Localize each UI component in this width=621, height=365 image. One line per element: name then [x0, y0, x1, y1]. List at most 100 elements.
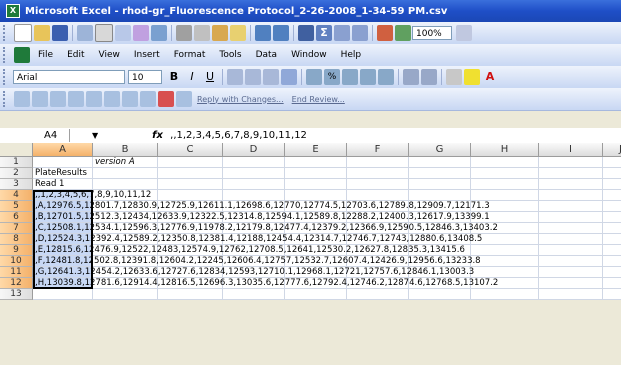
row-header-2[interactable]: 2: [0, 168, 33, 179]
italic-icon[interactable]: I: [184, 69, 200, 85]
cell-i13[interactable]: [539, 289, 603, 300]
save-icon[interactable]: [52, 25, 68, 41]
column-header-h[interactable]: H: [471, 143, 539, 157]
menu-data[interactable]: Data: [256, 50, 278, 60]
fill-color-icon[interactable]: [464, 69, 480, 85]
menu-view[interactable]: View: [99, 50, 120, 60]
cell-j9[interactable]: [603, 245, 621, 256]
cell-d1[interactable]: [223, 157, 285, 168]
cell-c3[interactable]: [158, 179, 223, 190]
cell-j13[interactable]: [603, 289, 621, 300]
currency-icon[interactable]: [306, 69, 322, 85]
sort-ascending-icon[interactable]: [334, 25, 350, 41]
research-icon[interactable]: [151, 25, 167, 41]
drawing-icon[interactable]: [395, 25, 411, 41]
cell-f2[interactable]: [347, 168, 409, 179]
bold-icon[interactable]: B: [166, 69, 182, 85]
new-icon[interactable]: [14, 24, 32, 42]
cell-i1[interactable]: [539, 157, 603, 168]
align-center-icon[interactable]: [245, 69, 261, 85]
reviewing-grip[interactable]: [3, 91, 9, 107]
cell-b2[interactable]: [93, 168, 158, 179]
cell-h10[interactable]: [471, 256, 539, 267]
help-icon[interactable]: [456, 25, 472, 41]
cell-a1[interactable]: [33, 157, 93, 168]
align-left-icon[interactable]: [227, 69, 243, 85]
cell-g1[interactable]: [409, 157, 471, 168]
cell-j11[interactable]: [603, 267, 621, 278]
fx-icon[interactable]: fx: [152, 130, 170, 141]
cell-j6[interactable]: [603, 212, 621, 223]
review-icon-10[interactable]: [176, 91, 192, 107]
zoom-select[interactable]: 100%: [412, 26, 452, 40]
cell-e3[interactable]: [285, 179, 347, 190]
cell-j7[interactable]: [603, 223, 621, 234]
column-header-j[interactable]: J: [603, 143, 621, 157]
hyperlink-icon[interactable]: [298, 25, 314, 41]
increase-decimal-icon[interactable]: [360, 69, 376, 85]
cell-f13[interactable]: [347, 289, 409, 300]
menu-edit[interactable]: Edit: [67, 50, 84, 60]
menu-window[interactable]: Window: [291, 50, 327, 60]
reply-with-changes-link[interactable]: Reply with Changes...: [197, 95, 284, 104]
undo-icon[interactable]: [255, 25, 271, 41]
cell-i3[interactable]: [539, 179, 603, 190]
cell-e2[interactable]: [285, 168, 347, 179]
end-review-link[interactable]: End Review...: [292, 95, 345, 104]
menu-help[interactable]: Help: [341, 50, 362, 60]
cell-g3[interactable]: [409, 179, 471, 190]
cell-h11[interactable]: [471, 267, 539, 278]
cell-d3[interactable]: [223, 179, 285, 190]
cell-i5[interactable]: [539, 201, 603, 212]
format-painter-icon[interactable]: [230, 25, 246, 41]
column-header-a[interactable]: A: [33, 143, 93, 157]
menu-tools[interactable]: Tools: [219, 50, 241, 60]
cell-e13[interactable]: [285, 289, 347, 300]
merge-center-icon[interactable]: [281, 69, 297, 85]
autosum-icon[interactable]: Σ: [316, 25, 332, 41]
cell-i11[interactable]: [539, 267, 603, 278]
borders-icon[interactable]: [446, 69, 462, 85]
review-icon-1[interactable]: [14, 91, 30, 107]
cell-g4[interactable]: [409, 190, 471, 201]
menu-format[interactable]: Format: [174, 50, 206, 60]
row-header-8[interactable]: 8: [0, 234, 33, 245]
review-icon-3[interactable]: [50, 91, 66, 107]
cell-c13[interactable]: [158, 289, 223, 300]
column-header-d[interactable]: D: [223, 143, 285, 157]
cell-j8[interactable]: [603, 234, 621, 245]
cell-f4[interactable]: [347, 190, 409, 201]
print-icon[interactable]: [95, 24, 113, 42]
formatting-grip[interactable]: [3, 69, 9, 85]
column-header-e[interactable]: E: [285, 143, 347, 157]
cell-i8[interactable]: [539, 234, 603, 245]
align-right-icon[interactable]: [263, 69, 279, 85]
column-header-c[interactable]: C: [158, 143, 223, 157]
review-icon-4[interactable]: [68, 91, 84, 107]
decrease-decimal-icon[interactable]: [378, 69, 394, 85]
menu-file[interactable]: File: [38, 50, 53, 60]
review-icon-2[interactable]: [32, 91, 48, 107]
name-box-dropdown-icon[interactable]: ▼: [92, 131, 98, 140]
cell-g13[interactable]: [409, 289, 471, 300]
cell-c4[interactable]: [158, 190, 223, 201]
cell-j1[interactable]: [603, 157, 621, 168]
font-size-select[interactable]: 10: [128, 70, 162, 84]
cell-d13[interactable]: [223, 289, 285, 300]
cell-j2[interactable]: [603, 168, 621, 179]
row-header-4[interactable]: 4: [0, 190, 33, 201]
print-preview-icon[interactable]: [115, 25, 131, 41]
cell-d4[interactable]: [223, 190, 285, 201]
row-header-11[interactable]: 11: [0, 267, 33, 278]
cell-g2[interactable]: [409, 168, 471, 179]
row-header-3[interactable]: 3: [0, 179, 33, 190]
cell-i9[interactable]: [539, 245, 603, 256]
increase-indent-icon[interactable]: [421, 69, 437, 85]
menu-insert[interactable]: Insert: [134, 50, 160, 60]
column-header-i[interactable]: I: [539, 143, 603, 157]
menu-grip[interactable]: [3, 47, 9, 63]
row-header-13[interactable]: 13: [0, 289, 33, 300]
cell-h9[interactable]: [471, 245, 539, 256]
cell-h2[interactable]: [471, 168, 539, 179]
formula-input[interactable]: ,,1,2,3,4,5,6,7,8,9,10,11,12: [170, 130, 307, 141]
